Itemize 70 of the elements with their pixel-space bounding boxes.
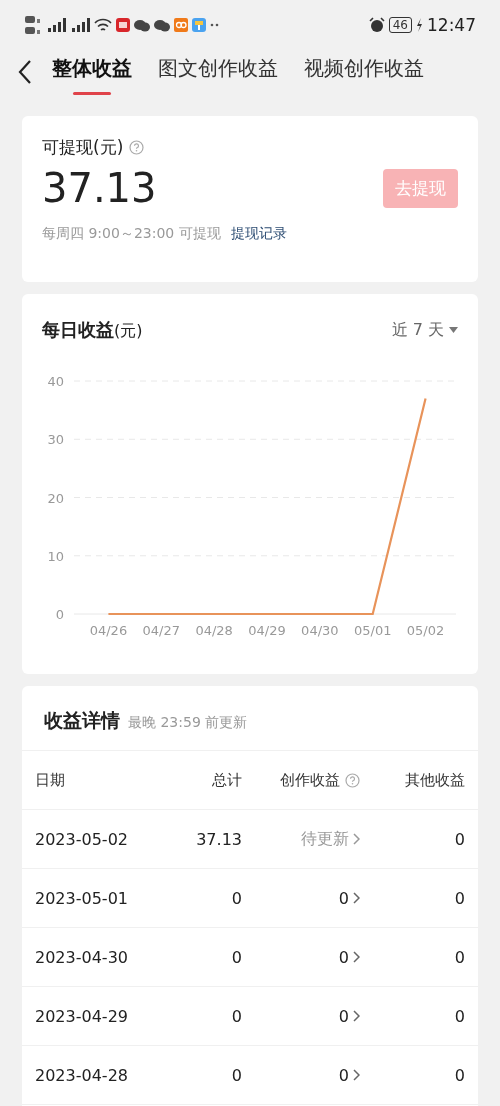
column-header: 创作收益 (280, 770, 340, 790)
table-cell-text: 2023-04-30 (35, 947, 129, 967)
withdraw-history-link[interactable]: 提现记录 (230, 225, 287, 243)
axis-label: 40 (47, 374, 64, 389)
axis-label: 05/01 (354, 623, 392, 638)
column-header: 日期 (35, 770, 66, 790)
help-icon (129, 140, 145, 155)
clock: 12:47 (427, 15, 476, 35)
column-header: 其他收益 (405, 770, 465, 790)
chevron-icon (353, 1010, 360, 1022)
tab[interactable]: 整体收益 (46, 55, 138, 95)
axis-label: 04/28 (195, 623, 233, 638)
app-icon (116, 18, 130, 32)
app-icon (192, 18, 206, 32)
table-cell[interactable]: 0 (338, 1006, 349, 1026)
help-icon (345, 772, 360, 788)
table-cell[interactable]: 0 (338, 947, 349, 967)
tab[interactable]: 图文创作收益 (152, 55, 284, 95)
balance-label: 可提现(元) (42, 136, 124, 159)
table-cell: 0 (454, 829, 465, 849)
table-cell-text: 2023-05-01 (35, 888, 129, 908)
axis-label: 04/30 (301, 623, 339, 638)
axis-label: 05/02 (406, 623, 445, 638)
back-icon[interactable] (18, 59, 32, 85)
axis-label: 20 (47, 490, 64, 506)
tab-indicator (73, 92, 111, 95)
charging-icon (416, 18, 423, 32)
table-cell-text: 2023-04-28 (35, 1065, 129, 1085)
chat-icon (154, 18, 170, 32)
chevron-icon (353, 1069, 360, 1081)
table-cell: 0 (231, 947, 242, 967)
update-note: 最晚 23:59 前更新 (128, 714, 248, 732)
axis-label: 0 (55, 607, 64, 622)
table-cell: 0 (231, 888, 242, 908)
more-icon (210, 23, 220, 27)
balance-amount: 37.13 (42, 165, 157, 211)
table-cell: 37.13 (196, 829, 242, 849)
table-cell: 0 (231, 1006, 242, 1026)
tab[interactable]: 视频创作收益 (298, 55, 430, 95)
column-header: 总计 (212, 770, 242, 790)
axis-label: 04/26 (89, 623, 128, 638)
sim-card-icon (24, 14, 42, 36)
table-cell[interactable]: 0 (338, 1065, 349, 1085)
chart-title: 每日收益(元) (42, 318, 143, 342)
chevron-icon (353, 951, 360, 963)
table-cell: 0 (454, 888, 465, 908)
battery-level: 46 (388, 17, 412, 33)
axis-label: 10 (47, 548, 64, 564)
chat-icon (134, 18, 150, 32)
table-cell: 0 (231, 1065, 242, 1085)
chevron-icon (353, 892, 360, 904)
withdraw-hint: 每周四 9:00～23:00 可提现 (42, 225, 221, 243)
table-cell-text: 2023-04-29 (35, 1006, 129, 1026)
table-cell: 0 (454, 947, 465, 967)
signal-icon (70, 17, 90, 33)
axis-label: 04/27 (142, 623, 180, 638)
table-cell: 0 (454, 1006, 465, 1026)
table-cell[interactable]: 0 (338, 888, 349, 908)
table-cell-text: 2023-05-02 (35, 829, 129, 849)
signal-icon (46, 17, 66, 33)
axis-label: 04/29 (248, 623, 286, 638)
range-dropdown[interactable]: 近 7 天 (391, 319, 458, 341)
chevron-icon (353, 833, 360, 845)
alarm-icon (368, 17, 385, 33)
caret-icon (449, 327, 458, 333)
wifi-icon (94, 17, 112, 33)
section-title: 收益详情 (44, 708, 120, 733)
table-cell: 0 (454, 1065, 465, 1085)
axis-label: 30 (47, 432, 64, 448)
app-icon (174, 18, 188, 32)
